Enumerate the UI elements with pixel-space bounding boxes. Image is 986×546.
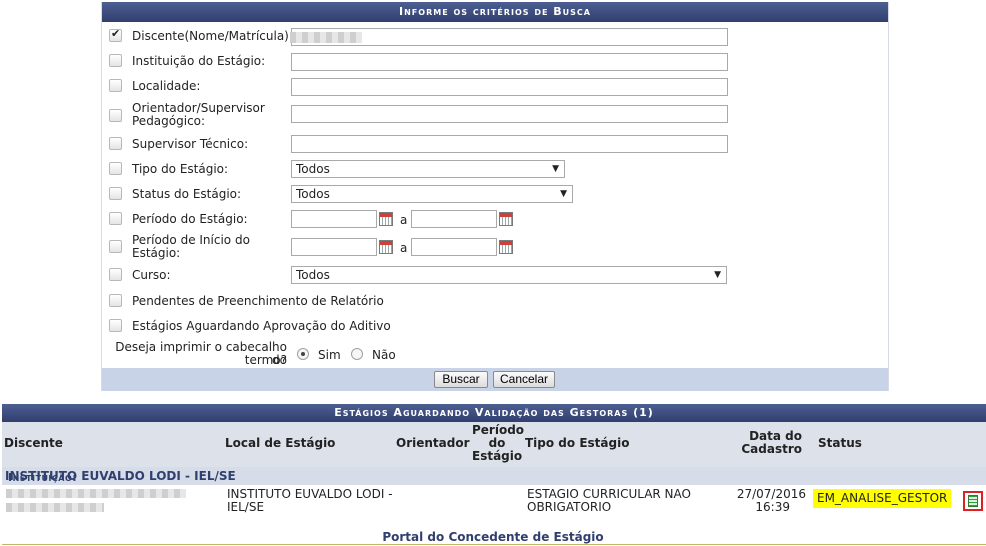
print-question-line2: termo? [244, 353, 287, 367]
periodo-inicio-end-input[interactable] [411, 238, 497, 256]
chevron-down-icon: ▼ [552, 164, 559, 174]
radio-nao[interactable] [351, 348, 363, 360]
row-supervisor: Supervisor Técnico: [102, 134, 888, 154]
periodo-inicio-start-input[interactable] [291, 238, 377, 256]
tipo-select-value: Todos [296, 162, 330, 176]
col-data-line1: Data do [749, 429, 802, 443]
discente-checkbox[interactable] [109, 27, 122, 42]
discente-input[interactable] [290, 28, 728, 46]
calendar-icon[interactable] [499, 240, 513, 254]
localidade-label: Localidade: [132, 79, 201, 93]
curso-select-value: Todos [296, 268, 330, 282]
redacted-value [290, 32, 362, 43]
radio-sim[interactable] [297, 348, 309, 360]
search-panel-footer: Buscar Cancelar [102, 368, 888, 391]
tipo-checkbox[interactable] [109, 162, 122, 175]
calendar-icon[interactable] [379, 240, 393, 254]
pendentes-checkbox[interactable] [109, 294, 122, 307]
col-local: Local de Estágio [225, 436, 336, 450]
periodo-inicio-label-line2: Estágio: [132, 246, 181, 260]
view-document-icon[interactable] [963, 491, 983, 511]
redacted-discente [6, 489, 186, 498]
status-badge: EM_ANALISE_GESTOR [813, 489, 952, 508]
row-aguardando: Estágios Aguardando Aprovação do Aditivo [102, 316, 888, 336]
row-discente: Discente(Nome/Matrícula): [102, 27, 888, 48]
periodo-label: Período do Estágio: [132, 212, 248, 226]
instituicao-input[interactable] [291, 53, 728, 71]
periodo-inicio-checkbox[interactable] [109, 240, 122, 253]
col-periodo-line1: Período [472, 423, 525, 437]
row-curso: Curso: Todos ▼ [102, 265, 888, 285]
instituicao-label: Instituição do Estágio: [132, 54, 266, 68]
row-instituicao: Instituição do Estágio: [102, 53, 888, 73]
instituicao-checkbox[interactable] [109, 54, 122, 67]
calendar-icon[interactable] [379, 212, 393, 226]
supervisor-input[interactable] [291, 135, 728, 153]
orientador-label-line2: Pedagógico: [132, 114, 206, 128]
chevron-down-icon: ▼ [714, 270, 721, 280]
results-table: Estágios Aguardando Validação das Gestor… [2, 404, 986, 517]
buscar-button[interactable]: Buscar [434, 371, 488, 388]
status-label: Status do Estágio: [132, 187, 242, 201]
group-row-instituicao: Instituição: INSTITUTO EUVALDO LODI - IE… [2, 467, 986, 485]
localidade-checkbox[interactable] [109, 79, 122, 92]
radio-nao-label: Não [372, 348, 396, 362]
row-tipo-line2: OBRIGATORIO [527, 500, 612, 514]
row-status: Status do Estágio: Todos ▼ [102, 184, 888, 204]
discente-label: Discente(Nome/Matrícula): [132, 29, 293, 43]
status-checkbox[interactable] [109, 187, 122, 200]
orientador-checkbox[interactable] [109, 109, 122, 122]
col-tipo: Tipo do Estágio [525, 436, 630, 450]
row-pendentes: Pendentes de Preenchimento de Relatório [102, 291, 888, 311]
cancelar-button[interactable]: Cancelar [493, 371, 555, 388]
col-data-line2: Cadastro [741, 442, 802, 456]
localidade-input[interactable] [291, 78, 728, 96]
calendar-icon[interactable] [499, 212, 513, 226]
col-periodo-line2: do [488, 436, 506, 450]
periodo-checkbox[interactable] [109, 212, 122, 225]
row-periodo-inicio: Período de Início do Estágio: a [102, 233, 888, 261]
supervisor-label: Supervisor Técnico: [132, 137, 249, 151]
col-discente: Discente [4, 436, 63, 450]
search-panel-title: Informe os critérios de Busca [102, 2, 888, 22]
periodo-start-input[interactable] [291, 210, 377, 228]
row-time: 16:39 [755, 500, 790, 514]
col-orientador: Orientador [396, 436, 470, 450]
col-periodo-line3: Estágio [472, 449, 523, 463]
curso-select[interactable]: Todos ▼ [291, 266, 727, 284]
curso-checkbox[interactable] [109, 268, 122, 281]
row-periodo: Período do Estágio: a [102, 209, 888, 229]
radio-sim-label: Sim [318, 348, 341, 362]
aguardando-checkbox[interactable] [109, 319, 122, 332]
row-localidade: Localidade: [102, 78, 888, 98]
row-local-line2: IEL/SE [227, 500, 265, 514]
row-tipo: Tipo do Estágio: Todos ▼ [102, 159, 888, 179]
results-title: Estágios Aguardando Validação das Gestor… [2, 404, 986, 422]
search-panel: Informe os critérios de Busca Discente(N… [101, 2, 889, 391]
col-status: Status [818, 436, 862, 450]
group-label: Instituição: INSTITUTO EUVALDO LODI - IE… [5, 469, 236, 484]
footer-divider [2, 544, 986, 545]
date-separator: a [400, 241, 408, 255]
orientador-input[interactable] [291, 105, 728, 123]
table-row: INSTITUTO EUVALDO LODI - IEL/SE ESTAGIO … [2, 485, 986, 517]
portal-footer-link[interactable]: Portal do Concedente de Estágio [0, 530, 986, 544]
status-select[interactable]: Todos ▼ [291, 185, 573, 203]
status-select-value: Todos [296, 187, 330, 201]
group-prefix: Instituição: [8, 471, 78, 484]
tipo-label: Tipo do Estágio: [132, 162, 229, 176]
pendentes-label: Pendentes de Preenchimento de Relatório [132, 294, 384, 308]
aguardando-label: Estágios Aguardando Aprovação do Aditivo [132, 319, 391, 333]
supervisor-checkbox[interactable] [109, 137, 122, 150]
chevron-down-icon: ▼ [560, 189, 567, 199]
curso-label: Curso: [132, 268, 171, 282]
redacted-discente [6, 503, 104, 512]
tipo-select[interactable]: Todos ▼ [291, 160, 565, 178]
periodo-end-input[interactable] [411, 210, 497, 228]
row-orientador: Orientador/Supervisor Pedagógico: [102, 102, 888, 130]
date-separator: a [400, 213, 408, 227]
table-header: Discente Local de Estágio Orientador Per… [2, 422, 986, 467]
row-print-header: Deseja imprimir o cabecalho do termo? Si… [102, 339, 888, 367]
